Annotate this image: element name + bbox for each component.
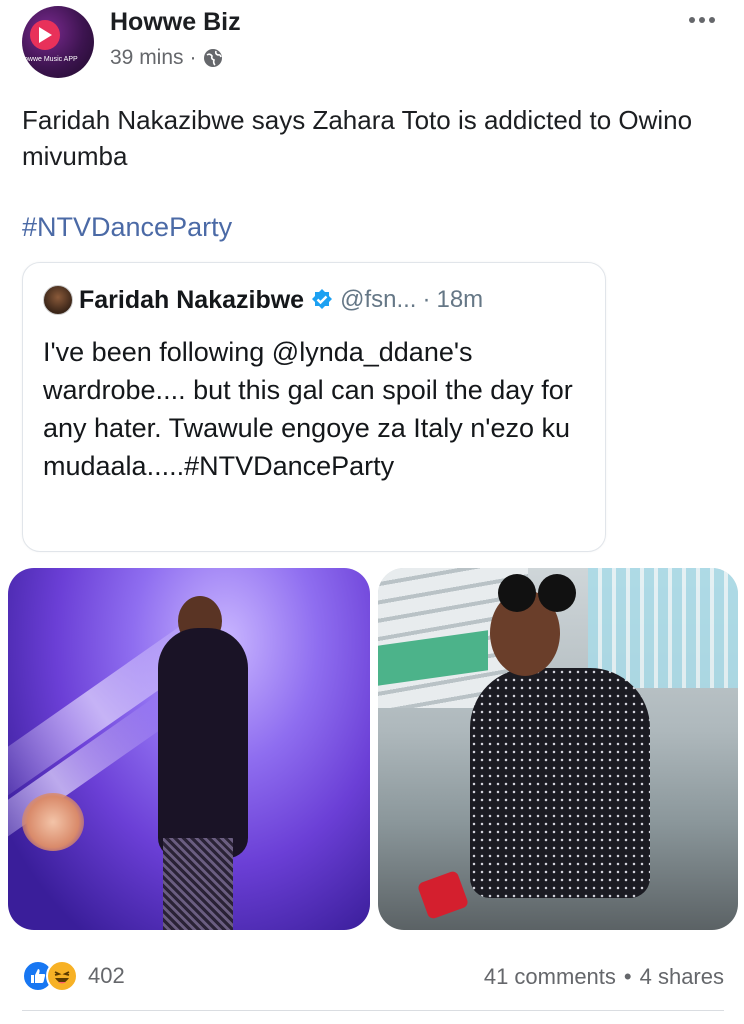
tweet-separator: ·	[422, 286, 431, 313]
post-header: owwe Music APP Howwe Biz 39 mins ·	[22, 4, 722, 82]
reaction-count: 402	[88, 963, 125, 988]
laughing-face-icon	[54, 971, 70, 984]
meta-separator: ·	[189, 46, 197, 69]
post-text: Faridah Nakazibwe says Zahara Toto is ad…	[22, 105, 693, 171]
globe-icon	[203, 49, 222, 67]
tweet-time: 18m	[436, 286, 484, 313]
footer-divider	[22, 1010, 724, 1011]
tweet-header: Faridah Nakazibwe @fsn... · 18m	[43, 285, 483, 315]
dancer-body	[158, 628, 248, 858]
avatar-app-text: owwe Music APP	[24, 56, 78, 63]
engagement-summary: 41 comments • 4 shares	[484, 964, 724, 990]
hair-bun	[498, 574, 536, 612]
play-icon	[39, 27, 52, 43]
post-footer: 402 41 comments • 4 shares	[22, 958, 724, 998]
verified-badge-icon	[312, 289, 333, 309]
tweet-body: I've been following @lynda_ddane's wardr…	[43, 337, 573, 481]
more-options-icon[interactable]	[682, 10, 722, 30]
post-meta: 39 mins ·	[110, 46, 223, 70]
tweet-handle[interactable]: @fsn...	[340, 286, 416, 314]
hand-blur	[22, 793, 84, 851]
dot	[689, 17, 695, 23]
pixel-panel	[588, 568, 738, 688]
dancer-legs	[163, 838, 233, 930]
dot	[699, 17, 705, 23]
dot	[709, 17, 715, 23]
hair-bun	[538, 574, 576, 612]
tweet-card[interactable]: Faridah Nakazibwe @fsn... · 18m I've bee…	[22, 262, 606, 552]
comments-count[interactable]: 41 comments	[484, 964, 616, 990]
performer-hair-buns	[498, 574, 578, 614]
footer-dot: •	[623, 964, 632, 989]
photo-performer[interactable]	[378, 568, 738, 930]
haha-icon	[46, 960, 78, 992]
shares-count[interactable]: 4 shares	[640, 964, 724, 990]
reactions-summary[interactable]: 402	[22, 960, 125, 992]
red-microphone	[416, 869, 470, 921]
post-hashtag[interactable]: #NTVDanceParty	[22, 212, 232, 243]
page-avatar[interactable]: owwe Music APP	[22, 6, 94, 78]
performer-body	[470, 668, 650, 898]
thumb-up-icon	[31, 969, 46, 983]
post-time[interactable]: 39 mins	[110, 46, 184, 70]
tweet-avatar[interactable]	[43, 285, 73, 315]
photo-dancer[interactable]	[8, 568, 370, 930]
page-name[interactable]: Howwe Biz	[110, 8, 241, 37]
tweet-author-name[interactable]: Faridah Nakazibwe	[79, 286, 304, 315]
